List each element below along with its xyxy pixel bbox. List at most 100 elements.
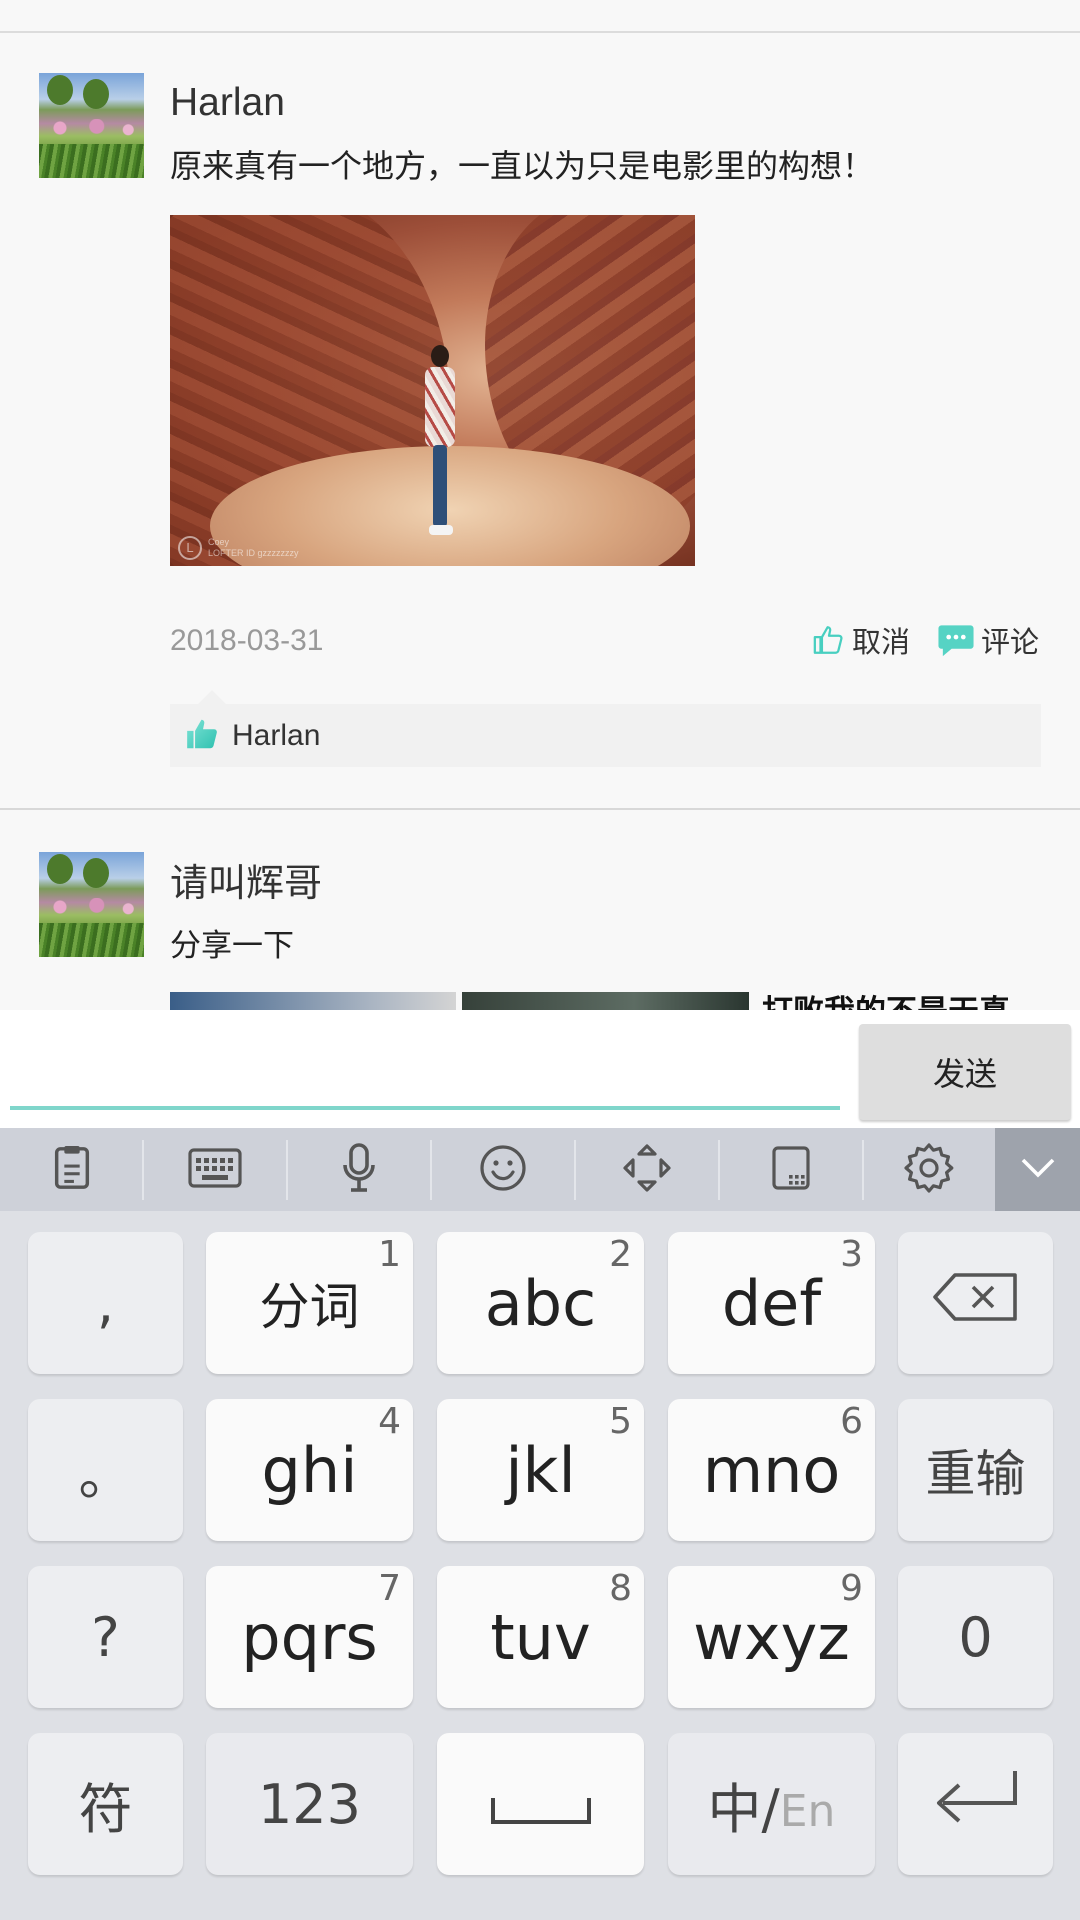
avatar-decor xyxy=(83,79,109,109)
lang-sub-label: En xyxy=(779,1785,836,1837)
thumbs-up-outline-icon xyxy=(812,623,846,657)
key-5-jkl[interactable]: jkl 5 xyxy=(437,1399,644,1541)
keyboard-toolbar xyxy=(0,1128,1080,1211)
post-item: 请叫辉哥 分享一下 打败我的不是天真 xyxy=(0,812,1080,1010)
settings-icon xyxy=(903,1142,955,1198)
key-4-ghi[interactable]: ghi 4 xyxy=(206,1399,413,1541)
key-number: 1 xyxy=(378,1234,401,1275)
key-label: def xyxy=(721,1266,822,1340)
post-text: 分享一下 xyxy=(170,928,294,964)
chevron-down-icon xyxy=(1020,1157,1056,1183)
key-label: tuv xyxy=(490,1600,591,1674)
post-preview-text: 打败我的不是天真 xyxy=(762,986,1042,1010)
watermark-line: LOFTER ID gzzzzzzzy xyxy=(208,548,299,558)
avatar[interactable] xyxy=(39,73,144,178)
key-7-pqrs[interactable]: pqrs 7 xyxy=(206,1566,413,1708)
key-8-tuv[interactable]: tuv 8 xyxy=(437,1566,644,1708)
emoji-icon xyxy=(479,1144,527,1196)
key-symbols[interactable]: 符 xyxy=(28,1733,183,1875)
post-photo-thumb[interactable] xyxy=(170,992,456,1010)
keyboard-layout-button[interactable] xyxy=(143,1128,287,1211)
avatar[interactable] xyxy=(39,852,144,957)
post-photo-thumb[interactable] xyxy=(462,992,749,1010)
avatar-decor xyxy=(39,119,144,137)
key-number: 7 xyxy=(378,1568,401,1609)
likes-list: Harlan xyxy=(170,690,1041,767)
comment-input[interactable] xyxy=(10,1028,840,1110)
send-button[interactable]: 发送 xyxy=(859,1024,1071,1120)
key-label: jkl xyxy=(505,1433,576,1507)
thumbs-up-filled-icon xyxy=(184,715,222,757)
like-cancel-label: 取消 xyxy=(852,625,911,659)
avatar-decor xyxy=(39,144,144,178)
key-label: ghi xyxy=(261,1433,358,1507)
lang-main-label: 中/ xyxy=(707,1777,780,1841)
key-2-abc[interactable]: abc 2 xyxy=(437,1232,644,1374)
voice-input-button[interactable] xyxy=(287,1128,431,1211)
t9-keyboard: , 。 ? 符 分词 1 abc 2 def 3 ghi 4 jkl 5 mno… xyxy=(0,1211,1080,1920)
key-comma[interactable]: , xyxy=(28,1232,183,1374)
key-1-split[interactable]: 分词 1 xyxy=(206,1232,413,1374)
post-date: 2018-03-31 xyxy=(170,624,324,657)
space-icon xyxy=(489,1768,593,1841)
like-cancel-button[interactable]: 取消 xyxy=(812,619,910,661)
post-text: 原来真有一个地方，一直以为只是电影里的构想！ xyxy=(170,147,875,185)
key-reinput[interactable]: 重输 xyxy=(898,1399,1053,1541)
key-backspace[interactable] xyxy=(898,1232,1053,1374)
clipboard-button[interactable] xyxy=(0,1128,144,1211)
key-question[interactable]: ? xyxy=(28,1566,183,1708)
key-number: 9 xyxy=(840,1568,863,1609)
key-period[interactable]: 。 xyxy=(28,1399,183,1541)
key-123[interactable]: 123 xyxy=(206,1733,413,1875)
photo-watermark: L Coey LOFTER ID gzzzzzzzy xyxy=(178,536,299,560)
clipboard-icon xyxy=(52,1145,92,1195)
comment-label: 评论 xyxy=(981,625,1040,659)
settings-button[interactable] xyxy=(863,1128,995,1211)
key-space[interactable] xyxy=(437,1733,644,1875)
handwriting-button[interactable] xyxy=(719,1128,863,1211)
key-3-def[interactable]: def 3 xyxy=(668,1232,875,1374)
collapse-keyboard-button[interactable] xyxy=(995,1128,1080,1211)
avatar-decor xyxy=(39,923,144,957)
comment-button[interactable]: 评论 xyxy=(937,619,1039,661)
liker-name[interactable]: Harlan xyxy=(232,719,320,753)
key-label: 分词 xyxy=(259,1278,360,1336)
post-photo[interactable]: L Coey LOFTER ID gzzzzzzzy xyxy=(170,215,695,566)
post-username[interactable]: Harlan xyxy=(170,81,285,125)
post-media[interactable]: 打败我的不是天真 xyxy=(170,992,1050,1010)
enter-icon xyxy=(931,1767,1021,1842)
key-language-switch[interactable]: 中/En xyxy=(668,1733,875,1875)
avatar-decor xyxy=(83,858,109,888)
key-number: 6 xyxy=(840,1401,863,1442)
key-zero[interactable]: 0 xyxy=(898,1566,1053,1708)
watermark-line: Coey xyxy=(208,537,230,547)
post-username[interactable]: 请叫辉哥 xyxy=(170,852,322,907)
key-enter[interactable] xyxy=(898,1733,1053,1875)
avatar-decor xyxy=(47,854,73,884)
comment-bubble-icon xyxy=(937,622,975,658)
key-label: abc xyxy=(484,1266,597,1340)
moments-feed[interactable]: Harlan 原来真有一个地方，一直以为只是电影里的构想！ L Coey LOF… xyxy=(0,0,1080,1010)
key-label: mno xyxy=(702,1433,841,1507)
post-item: Harlan 原来真有一个地方，一直以为只是电影里的构想！ L Coey LOF… xyxy=(0,33,1080,810)
cursor-move-button[interactable] xyxy=(575,1128,719,1211)
emoji-button[interactable] xyxy=(431,1128,575,1211)
key-number: 5 xyxy=(609,1401,632,1442)
key-9-wxyz[interactable]: wxyz 9 xyxy=(668,1566,875,1708)
key-number: 8 xyxy=(609,1568,632,1609)
avatar-decor xyxy=(39,898,144,916)
handwriting-icon xyxy=(771,1145,811,1195)
keyboard-icon xyxy=(188,1147,242,1192)
key-number: 4 xyxy=(378,1401,401,1442)
watermark-logo: L xyxy=(178,536,202,560)
key-label: pqrs xyxy=(241,1600,378,1674)
key-6-mno[interactable]: mno 6 xyxy=(668,1399,875,1541)
comment-bar: 发送 xyxy=(0,1010,1080,1128)
key-label: wxyz xyxy=(693,1600,850,1674)
key-number: 3 xyxy=(840,1234,863,1275)
photo-person xyxy=(425,345,455,535)
backspace-icon xyxy=(931,1271,1021,1336)
divider xyxy=(0,808,1080,810)
avatar-decor xyxy=(47,75,73,105)
microphone-icon xyxy=(341,1142,377,1197)
